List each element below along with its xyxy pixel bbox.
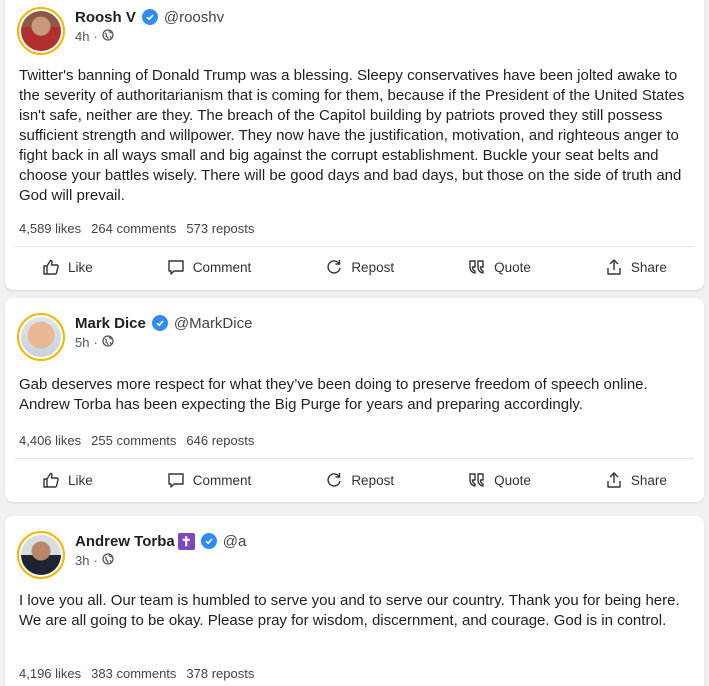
share-icon (605, 258, 623, 276)
quote-button[interactable]: Quote (468, 471, 531, 489)
verified-check-icon (200, 533, 217, 549)
post-stats: 4,589 likes 264 comments 573 reposts (19, 221, 254, 236)
globe-icon (102, 29, 114, 44)
post-card: Mark Dice @MarkDice 5h · Gab deserves mo… (5, 298, 704, 502)
comment-label: Comment (192, 259, 252, 275)
avatar[interactable] (17, 531, 65, 579)
post-card: Roosh V @rooshv 4h · Twitter's banning o… (5, 0, 704, 290)
share-label: Share (630, 472, 667, 488)
author-handle[interactable]: @MarkDice (174, 315, 253, 332)
verified-check-icon (151, 315, 168, 331)
reposts-count[interactable]: 646 reposts (186, 433, 254, 448)
like-label: Like (68, 472, 93, 488)
avatar[interactable] (17, 7, 65, 55)
quote-icon (468, 471, 486, 489)
repost-label: Repost (351, 472, 395, 488)
separator: · (93, 335, 98, 350)
quote-label: Quote (494, 259, 531, 275)
separator: · (93, 553, 98, 568)
post-time[interactable]: 3h (75, 553, 89, 568)
repost-icon (325, 471, 343, 489)
share-button[interactable]: Share (605, 471, 667, 489)
comments-count[interactable]: 255 comments (91, 433, 176, 448)
author-name[interactable]: Roosh V (75, 9, 136, 26)
globe-icon (102, 335, 114, 350)
avatar[interactable] (17, 313, 65, 361)
quote-button[interactable]: Quote (468, 258, 531, 276)
cross-badge-icon: ✝ (177, 532, 195, 550)
post-text: I love you all. Our team is humbled to s… (19, 592, 680, 629)
likes-count[interactable]: 4,589 likes (19, 221, 81, 236)
divider (15, 246, 694, 247)
post-time[interactable]: 5h (75, 335, 89, 350)
post-text: Twitter's banning of Donald Trump was a … (19, 67, 685, 204)
post-feed: Roosh V @rooshv 4h · Twitter's banning o… (0, 0, 709, 686)
comment-button[interactable]: Comment (167, 258, 252, 276)
comments-count[interactable]: 264 comments (91, 221, 176, 236)
like-label: Like (68, 259, 93, 275)
comment-icon (167, 258, 185, 276)
author-handle[interactable]: @rooshv (164, 9, 224, 26)
post-header: Roosh V @rooshv 4h · (17, 7, 224, 55)
share-icon (605, 471, 623, 489)
repost-button[interactable]: Repost (325, 471, 394, 489)
thumbs-up-icon (42, 258, 60, 276)
post-stats: 4,196 likes 383 comments 378 reposts (19, 666, 254, 681)
comments-count[interactable]: 383 comments (91, 666, 176, 681)
post-header: Andrew Torba ✝ @a 3h · (17, 531, 246, 579)
post-header: Mark Dice @MarkDice 5h · (17, 313, 252, 361)
action-bar: Like Comment Repost Quote Share (5, 258, 704, 276)
action-bar: Like Comment Repost Quote Share (5, 471, 704, 489)
repost-button[interactable]: Repost (325, 258, 394, 276)
verified-check-icon (141, 9, 158, 25)
post-stats: 4,406 likes 255 comments 646 reposts (19, 433, 254, 448)
comment-label: Comment (192, 472, 252, 488)
repost-label: Repost (351, 259, 395, 275)
author-name[interactable]: Andrew Torba (75, 533, 175, 550)
separator: · (93, 29, 98, 44)
share-label: Share (630, 259, 667, 275)
quote-label: Quote (494, 472, 531, 488)
thumbs-up-icon (42, 471, 60, 489)
likes-count[interactable]: 4,406 likes (19, 433, 81, 448)
divider (15, 458, 694, 459)
like-button[interactable]: Like (42, 471, 93, 489)
reposts-count[interactable]: 573 reposts (186, 221, 254, 236)
quote-icon (468, 258, 486, 276)
post-card: Andrew Torba ✝ @a 3h · I love you all. O… (5, 516, 704, 686)
share-button[interactable]: Share (605, 258, 667, 276)
repost-icon (325, 258, 343, 276)
comment-icon (167, 471, 185, 489)
author-handle[interactable]: @a (223, 533, 247, 550)
reposts-count[interactable]: 378 reposts (186, 666, 254, 681)
likes-count[interactable]: 4,196 likes (19, 666, 81, 681)
author-name[interactable]: Mark Dice (75, 315, 146, 332)
post-time[interactable]: 4h (75, 29, 89, 44)
like-button[interactable]: Like (42, 258, 93, 276)
globe-icon (102, 553, 114, 568)
comment-button[interactable]: Comment (167, 471, 252, 489)
post-text: Gab deserves more respect for what they’… (19, 376, 648, 413)
